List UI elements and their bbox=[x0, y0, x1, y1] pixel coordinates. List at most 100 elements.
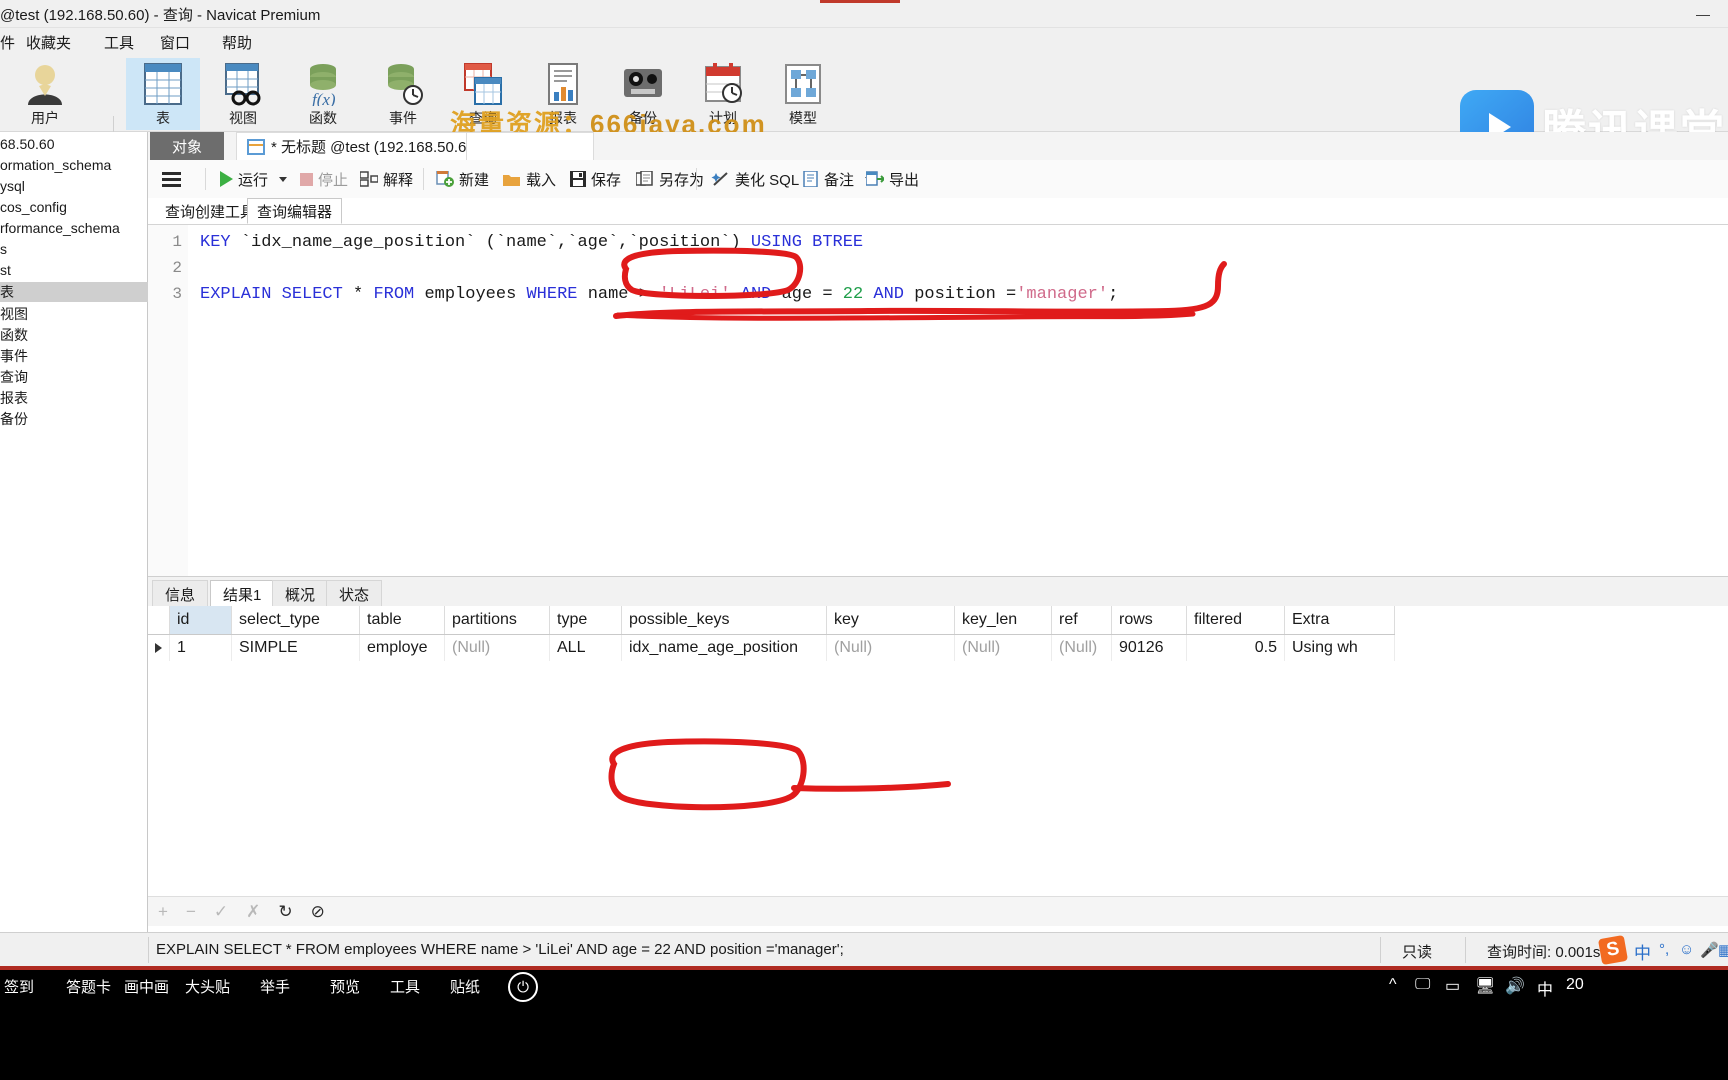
column-header-rows[interactable]: rows bbox=[1111, 606, 1187, 635]
beautify-sql-button[interactable]: 美化 SQL bbox=[710, 166, 799, 192]
cancel-icon[interactable]: ✗ bbox=[246, 902, 260, 922]
column-header-extra[interactable]: Extra bbox=[1284, 606, 1395, 635]
table-cell-filtered[interactable]: 0.5 bbox=[1186, 634, 1285, 661]
sidebar-item-events[interactable]: 事件 bbox=[0, 346, 28, 366]
table-cell-ref[interactable]: (Null) bbox=[1051, 634, 1112, 661]
menu-toggle-button[interactable] bbox=[162, 166, 181, 192]
column-header-ref[interactable]: ref bbox=[1051, 606, 1112, 635]
sidebar-item-views[interactable]: 视图 bbox=[0, 304, 28, 324]
sidebar-item-queries[interactable]: 查询 bbox=[0, 367, 28, 387]
menu-item-file[interactable]: 件 bbox=[0, 32, 15, 53]
menu-item-tools[interactable]: 工具 bbox=[104, 32, 134, 53]
result-tab-result1[interactable]: 结果1 bbox=[210, 580, 275, 607]
load-button[interactable]: 载入 bbox=[503, 166, 556, 192]
stop-button[interactable]: 停止 bbox=[300, 166, 348, 192]
ribbon-item-view[interactable]: 视图 bbox=[206, 58, 280, 130]
explain-button[interactable]: 解释 bbox=[360, 166, 413, 192]
sidebar-item-sys[interactable]: s bbox=[0, 241, 7, 257]
save-button[interactable]: 保存 bbox=[570, 166, 621, 192]
taskbar-item-preview[interactable]: 预览 bbox=[330, 976, 360, 997]
table-row[interactable]: 1 SIMPLE employe (Null) ALL idx_name_age_posi… bbox=[148, 634, 1395, 661]
export-button[interactable]: 导出 bbox=[866, 166, 919, 192]
column-header-table[interactable]: table bbox=[359, 606, 445, 635]
tray-battery-icon[interactable]: ▭ bbox=[1445, 976, 1460, 996]
tray-chevron-up-icon[interactable]: ^ bbox=[1389, 976, 1397, 994]
table-cell-partitions[interactable]: (Null) bbox=[444, 634, 550, 661]
taskbar-item-handsup[interactable]: 举手 bbox=[260, 976, 290, 997]
new-button[interactable]: 新建 bbox=[436, 166, 489, 192]
column-header-filtered[interactable]: filtered bbox=[1186, 606, 1285, 635]
result-tab-status[interactable]: 状态 bbox=[326, 580, 383, 607]
apply-icon[interactable]: ✓ bbox=[214, 902, 228, 922]
ime-emoji-icon[interactable]: ☺ bbox=[1679, 941, 1694, 958]
ribbon-item-function[interactable]: f(x) 函数 bbox=[286, 58, 360, 130]
sidebar-item-test[interactable]: st bbox=[0, 262, 11, 278]
column-header-type[interactable]: type bbox=[549, 606, 622, 635]
tray-network-icon[interactable]: 🖥 bbox=[1475, 976, 1495, 996]
table-cell-rows[interactable]: 90126 bbox=[1111, 634, 1187, 661]
table-cell-key[interactable]: (Null) bbox=[826, 634, 955, 661]
sql-editor[interactable]: 1 2 3 KEY `idx_name_age_position` (`name… bbox=[148, 224, 1728, 576]
taskbar-item-signin[interactable]: 签到 bbox=[4, 976, 34, 997]
ime-keyboard-icon[interactable]: °, bbox=[1659, 941, 1669, 958]
table-cell-id[interactable]: 1 bbox=[169, 634, 232, 661]
column-header-key[interactable]: key bbox=[826, 606, 955, 635]
column-header-possible_keys[interactable]: possible_keys bbox=[621, 606, 827, 635]
sidebar-item-mysql[interactable]: ysql bbox=[0, 178, 25, 194]
sidebar-item-reports[interactable]: 报表 bbox=[0, 388, 28, 408]
code-line-3[interactable]: EXPLAIN SELECT * FROM employees WHERE na… bbox=[200, 285, 1118, 304]
sidebar-item-functions[interactable]: 函数 bbox=[0, 325, 28, 345]
menu-item-window[interactable]: 窗口 bbox=[160, 32, 190, 53]
chevron-down-icon[interactable] bbox=[279, 176, 288, 182]
ribbon-item-table[interactable]: 表 bbox=[126, 58, 200, 130]
result-tab-profile[interactable]: 概况 bbox=[272, 580, 329, 607]
run-button[interactable]: 运行 bbox=[220, 166, 288, 192]
result-grid[interactable]: id select_type table partitions type possible… bbox=[148, 606, 1728, 896]
ime-language-indicator[interactable]: 中 bbox=[1634, 939, 1651, 964]
sidebar-item-backups[interactable]: 备份 bbox=[0, 409, 28, 429]
tab-query-editor[interactable]: 查询编辑器 bbox=[247, 198, 343, 224]
tray-message-icon[interactable]: 🖵 bbox=[1415, 976, 1430, 994]
stop-icon[interactable]: ⊘ bbox=[311, 902, 325, 922]
table-cell-key_len[interactable]: (Null) bbox=[954, 634, 1052, 661]
taskbar-item-pip[interactable]: 画中画 bbox=[124, 976, 169, 997]
column-header-id[interactable]: id bbox=[169, 606, 232, 635]
minimize-button[interactable]: — bbox=[1678, 0, 1728, 28]
taskbar-item-quizcard[interactable]: 答题卡 bbox=[66, 976, 111, 997]
taskbar-item-avatar[interactable]: 大头贴 bbox=[185, 976, 230, 997]
note-button[interactable]: 备注 bbox=[803, 166, 874, 192]
refresh-icon[interactable]: ↻ bbox=[278, 902, 292, 922]
add-row-icon[interactable]: + bbox=[158, 902, 168, 922]
tray-volume-icon[interactable]: 🔊 bbox=[1505, 976, 1525, 996]
sidebar-item-perfschema[interactable]: rformance_schema bbox=[0, 220, 120, 236]
table-cell-type[interactable]: ALL bbox=[549, 634, 622, 661]
tray-ime-indicator[interactable]: 中 bbox=[1537, 976, 1553, 1000]
sidebar-item-cosconfig[interactable]: cos_config bbox=[0, 199, 67, 215]
column-header-key_len[interactable]: key_len bbox=[954, 606, 1052, 635]
ime-mic-icon[interactable]: 🎤 bbox=[1700, 941, 1719, 959]
column-header-partitions[interactable]: partitions bbox=[444, 606, 550, 635]
ime-grid-icon[interactable]: ▦ bbox=[1718, 941, 1728, 959]
code-line-1[interactable]: KEY `idx_name_age_position` (`name`,`age… bbox=[200, 233, 863, 252]
remove-row-icon[interactable]: − bbox=[186, 902, 196, 922]
taskbar-item-tools[interactable]: 工具 bbox=[390, 976, 420, 997]
menu-item-help[interactable]: 帮助 bbox=[222, 32, 252, 53]
table-cell-select_type[interactable]: SIMPLE bbox=[231, 634, 360, 661]
power-icon[interactable]: ⏻ bbox=[508, 972, 538, 1002]
sidebar-item-tables[interactable]: 表 bbox=[0, 282, 148, 302]
column-header-select_type[interactable]: select_type bbox=[231, 606, 360, 635]
table-cell-possible_keys[interactable]: idx_name_age_position bbox=[621, 634, 827, 661]
menu-item-favorites[interactable]: 收藏夹 bbox=[26, 32, 71, 53]
table-cell-table[interactable]: employe bbox=[359, 634, 445, 661]
save-as-button[interactable]: 另存为 bbox=[636, 166, 704, 192]
sidebar-item-host[interactable]: 68.50.60 bbox=[0, 136, 55, 152]
sogou-ime-icon[interactable]: S bbox=[1597, 934, 1629, 966]
ribbon-item-user[interactable]: 用户 bbox=[8, 58, 82, 130]
result-tab-info[interactable]: 信息 bbox=[152, 580, 209, 607]
sidebar-item-infoschema[interactable]: ormation_schema bbox=[0, 157, 111, 173]
tab-query[interactable]: * 无标题 @test (192.168.50.6... bbox=[236, 132, 490, 160]
table-cell-extra[interactable]: Using wh bbox=[1284, 634, 1395, 661]
taskbar-item-sticker[interactable]: 贴纸 bbox=[450, 976, 480, 997]
ribbon-item-model[interactable]: 模型 bbox=[766, 58, 840, 130]
ribbon-item-event[interactable]: 事件 bbox=[366, 58, 440, 130]
